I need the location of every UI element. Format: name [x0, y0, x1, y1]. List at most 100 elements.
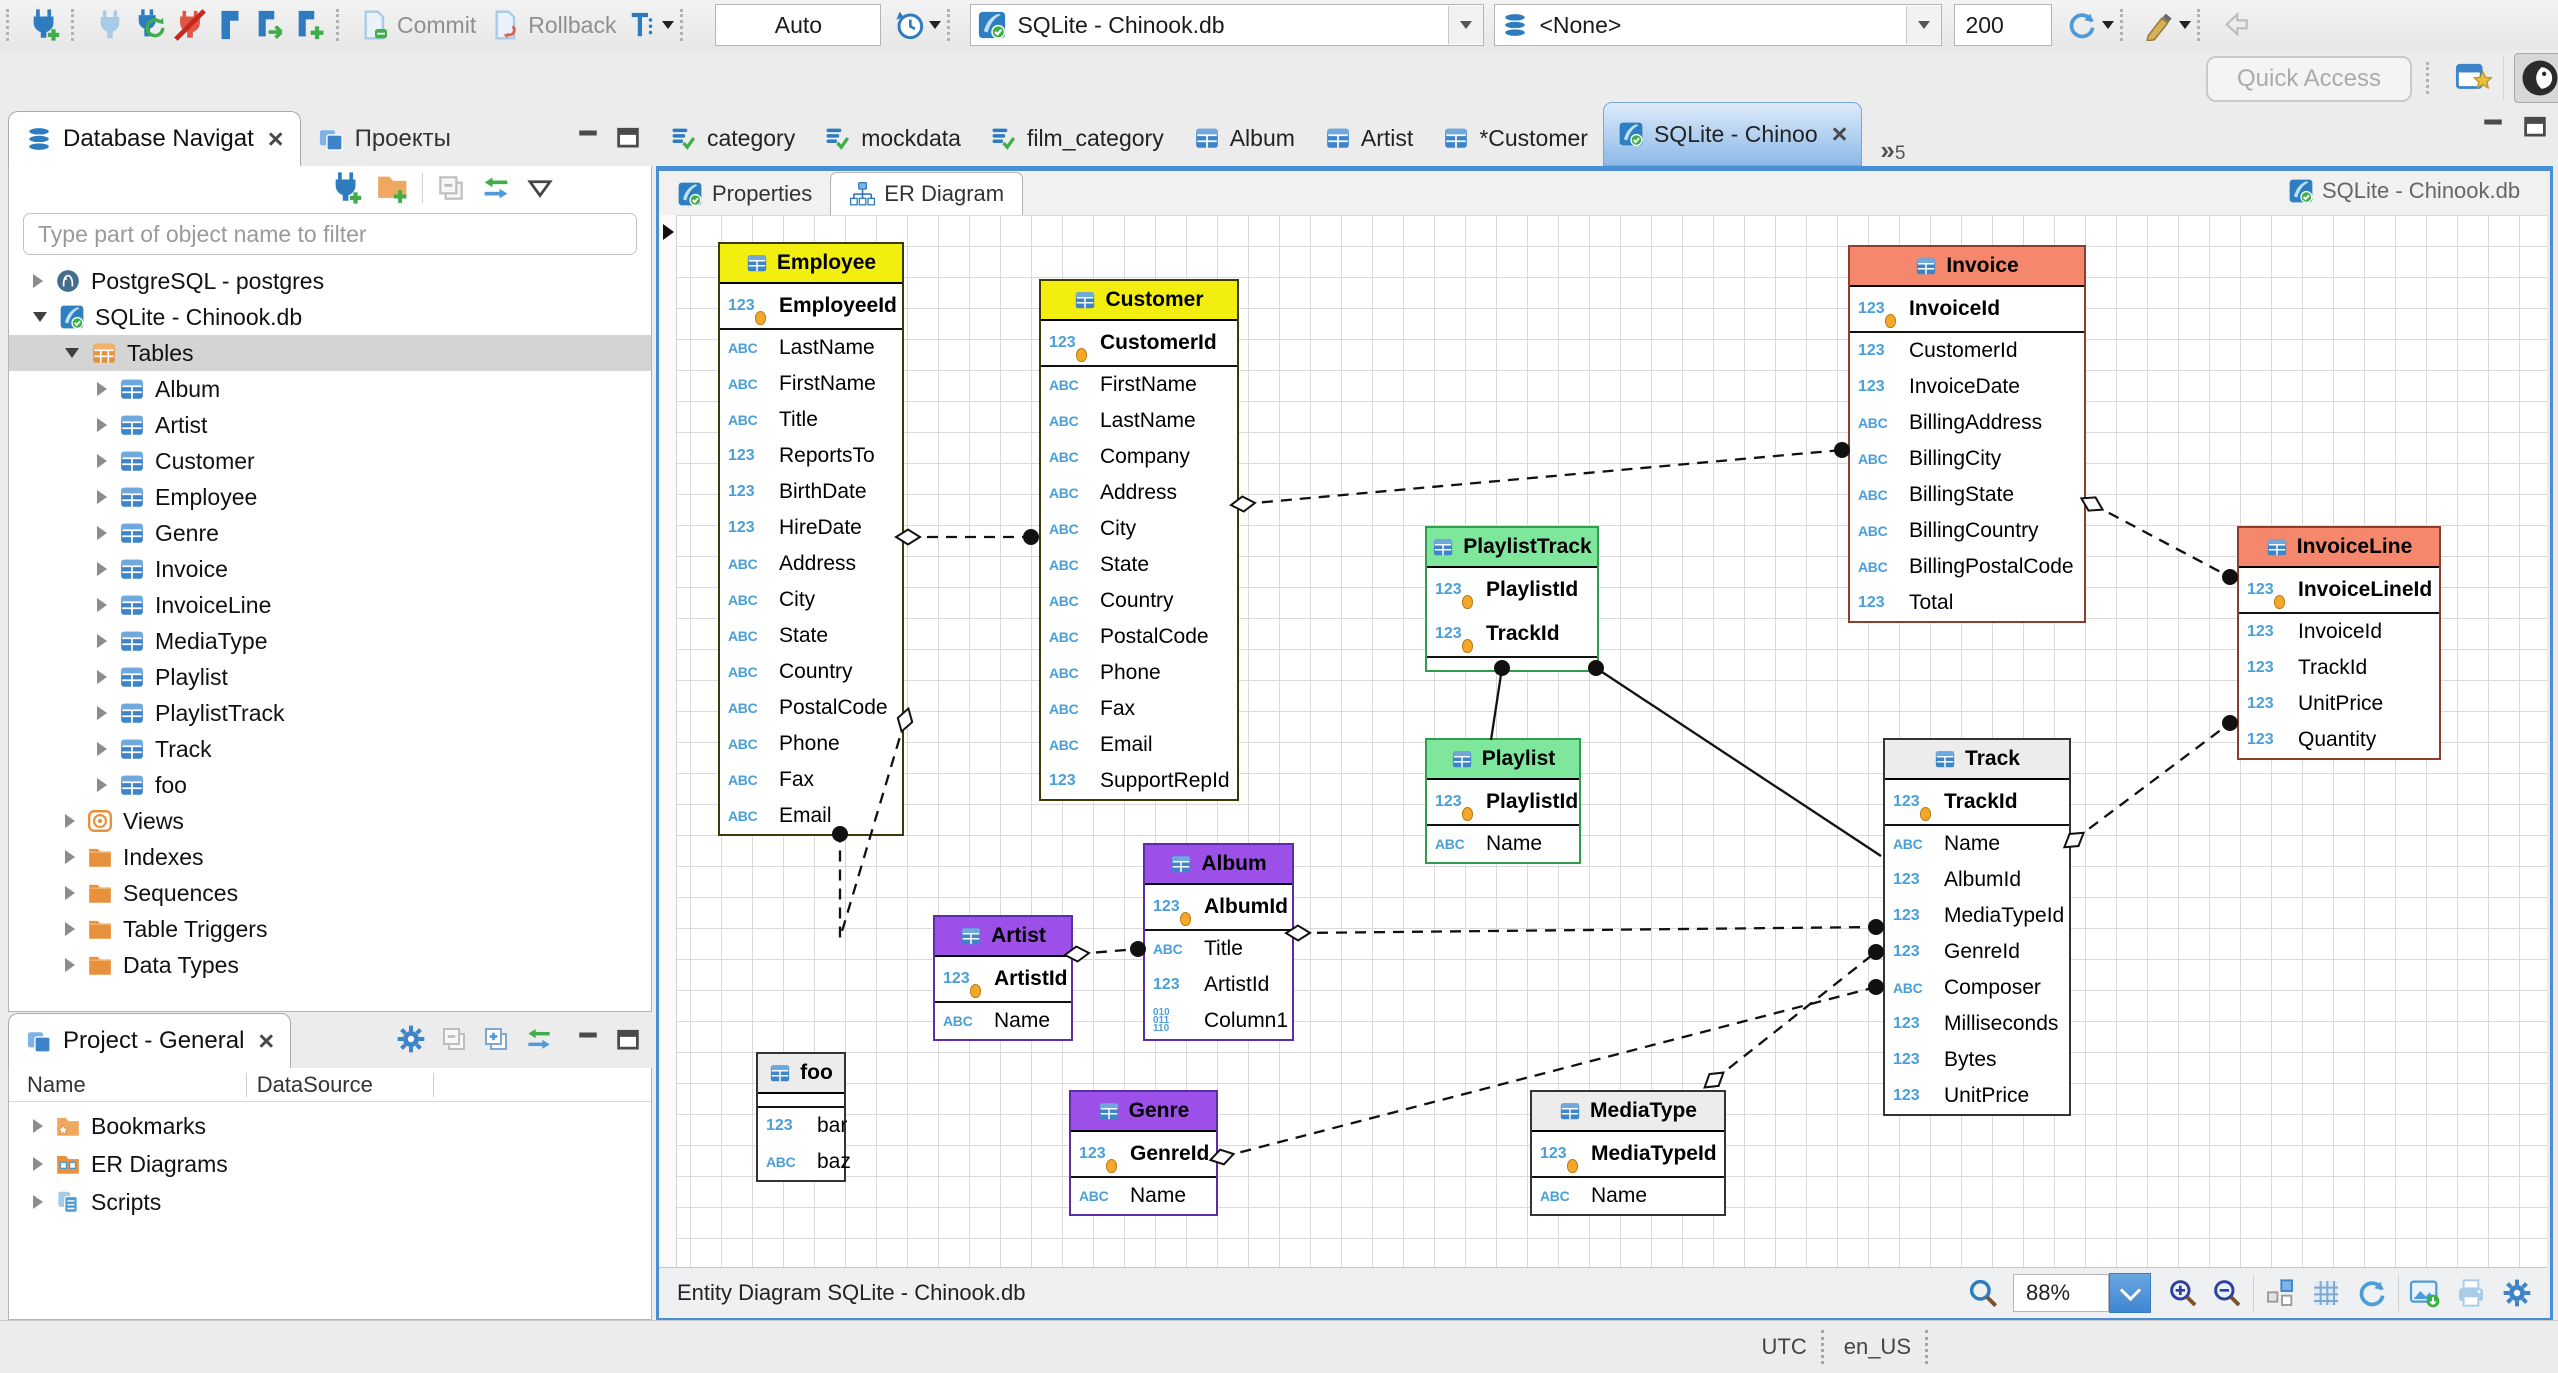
entity-track[interactable]: Track 123 TrackId ABC Name 123 AlbumId 123 Med…: [1883, 738, 2071, 1116]
transaction-mode-button[interactable]: [626, 5, 660, 45]
entity-column[interactable]: ABC LastName: [720, 330, 902, 366]
tree-item-album[interactable]: Album: [9, 371, 651, 407]
close-icon[interactable]: ×: [258, 1026, 274, 1057]
collapse-all-icon[interactable]: [439, 1024, 469, 1054]
locale-indicator[interactable]: en_US: [1844, 1334, 1911, 1360]
entity-column[interactable]: ABC BillingPostalCode: [1850, 549, 2084, 585]
entity-column[interactable]: ABC LastName: [1041, 403, 1237, 439]
entity-column[interactable]: 123 ReportsTo: [720, 438, 902, 474]
entity-header[interactable]: MediaType: [1532, 1092, 1724, 1132]
zoom-level-input[interactable]: 88%: [2013, 1274, 2109, 1312]
entity-column[interactable]: 123 InvoiceId: [2239, 614, 2439, 650]
auto-sync-dropdown[interactable]: [2102, 21, 2115, 29]
view-menu-icon[interactable]: [525, 173, 555, 203]
expand-arrow[interactable]: [33, 1119, 43, 1133]
editor-tab--customer[interactable]: *Customer: [1428, 110, 1603, 166]
entity-column[interactable]: ABC Country: [1041, 583, 1237, 619]
entity-column[interactable]: ABC Name: [1885, 826, 2069, 862]
entity-column[interactable]: ABC City: [720, 582, 902, 618]
expand-all-icon[interactable]: [481, 1024, 511, 1054]
new-sql-editor-button[interactable]: [290, 5, 330, 45]
entity-column[interactable]: ABC Fax: [720, 762, 902, 798]
perspective-drag-handle[interactable]: [2426, 62, 2437, 94]
entity-column[interactable]: 123 bar: [758, 1108, 847, 1144]
collapse-arrow[interactable]: [65, 348, 79, 358]
auto-layout-icon[interactable]: [2264, 1277, 2296, 1309]
tree-item-postgresql-postgres[interactable]: PostgreSQL - postgres: [9, 263, 651, 299]
autocommit-combo[interactable]: Auto: [715, 4, 882, 46]
quick-access-input[interactable]: Quick Access: [2206, 56, 2412, 102]
expand-arrow[interactable]: [97, 706, 107, 720]
entity-column[interactable]: ABC Country: [720, 654, 902, 690]
expand-arrow[interactable]: [97, 778, 107, 792]
expand-arrow[interactable]: [33, 274, 43, 288]
entity-column[interactable]: ABC Email: [720, 798, 902, 834]
expand-arrow[interactable]: [65, 850, 75, 864]
editor-tab-category[interactable]: category: [656, 110, 810, 166]
toolbar-drag-handle[interactable]: [6, 9, 17, 41]
entity-column[interactable]: ABC BillingAddress: [1850, 405, 2084, 441]
fetch-size-input[interactable]: 200: [1954, 4, 2053, 46]
schema-dropdown-button[interactable]: [1906, 6, 1942, 44]
entity-header[interactable]: Album: [1145, 845, 1292, 885]
zoom-dropdown-button[interactable]: [2109, 1273, 2151, 1313]
entity-column[interactable]: 123 UnitPrice: [2239, 686, 2439, 722]
tree-item-foo[interactable]: foo: [9, 767, 651, 803]
entity-pk-column[interactable]: 123 ArtistId: [935, 957, 1071, 1001]
expand-arrow[interactable]: [97, 562, 107, 576]
rollback-button[interactable]: [486, 5, 526, 45]
entity-column[interactable]: ABC Phone: [1041, 655, 1237, 691]
project-item-er-diagrams[interactable]: ER Diagrams: [9, 1145, 651, 1183]
timezone-indicator[interactable]: UTC: [1762, 1334, 1807, 1360]
connection-selector[interactable]: SQLite - Chinook.db: [970, 4, 1485, 46]
back-button[interactable]: [2216, 5, 2256, 45]
editor-tab-artist[interactable]: Artist: [1310, 110, 1428, 166]
expand-arrow[interactable]: [65, 958, 75, 972]
entity-customer[interactable]: Customer 123 CustomerId ABC FirstName ABC La…: [1039, 279, 1239, 801]
entity-column[interactable]: ABC FirstName: [720, 366, 902, 402]
tree-item-views[interactable]: Views: [9, 803, 651, 839]
tree-item-data-types[interactable]: Data Types: [9, 947, 651, 983]
tab-overflow-indicator[interactable]: »5: [1880, 135, 1905, 166]
entity-column[interactable]: ABC Title: [1145, 931, 1292, 967]
open-perspective-icon[interactable]: [2455, 59, 2493, 97]
entity-pk-column[interactable]: 123 InvoiceId: [1850, 287, 2084, 331]
new-connection-icon[interactable]: [330, 171, 364, 205]
entity-header[interactable]: Customer: [1041, 281, 1237, 321]
maximize-icon[interactable]: [613, 1025, 643, 1055]
pen-dropdown[interactable]: [2179, 21, 2192, 29]
close-icon[interactable]: ×: [268, 124, 284, 155]
entity-column[interactable]: ABC Address: [720, 546, 902, 582]
entity-column[interactable]: ABC State: [720, 618, 902, 654]
column-name[interactable]: Name: [27, 1072, 86, 1098]
tree-item-customer[interactable]: Customer: [9, 443, 651, 479]
toggle-grid-icon[interactable]: [2310, 1277, 2342, 1309]
entity-playlisttrack[interactable]: PlaylistTrack 123 PlaylistId 123 TrackId: [1425, 526, 1599, 672]
entity-column[interactable]: ABC Phone: [720, 726, 902, 762]
new-folder-icon[interactable]: [376, 171, 410, 205]
column-separator[interactable]: [245, 1073, 247, 1097]
tree-item-sqlite-chinook-db[interactable]: SQLite - Chinook.db: [9, 299, 651, 335]
expand-arrow[interactable]: [65, 814, 75, 828]
connection-dropdown-button[interactable]: [1448, 6, 1484, 44]
transaction-log-button[interactable]: [889, 5, 929, 45]
expand-arrow[interactable]: [97, 382, 107, 396]
expand-arrow[interactable]: [65, 922, 75, 936]
tab-project-general[interactable]: Project - General ×: [8, 1013, 292, 1068]
rollback-label[interactable]: Rollback: [528, 12, 616, 39]
expand-arrow[interactable]: [97, 634, 107, 648]
entity-column[interactable]: ABC Composer: [1885, 970, 2069, 1006]
palette-strip[interactable]: [659, 215, 677, 1267]
project-item-bookmarks[interactable]: Bookmarks: [9, 1107, 651, 1145]
expand-arrow[interactable]: [65, 886, 75, 900]
tree-item-playlisttrack[interactable]: PlaylistTrack: [9, 695, 651, 731]
tab-database-navigat[interactable]: Database Navigat ×: [8, 111, 301, 166]
transaction-log-dropdown[interactable]: [929, 21, 942, 29]
entity-column[interactable]: 123 Milliseconds: [1885, 1006, 2069, 1042]
schema-selector[interactable]: <None>: [1494, 4, 1943, 46]
entity-genre[interactable]: Genre 123 GenreId ABC Name: [1069, 1090, 1218, 1216]
entity-column[interactable]: ABC State: [1041, 547, 1237, 583]
zoom-in-icon[interactable]: [2167, 1277, 2199, 1309]
editor-tab-mockdata[interactable]: mockdata: [810, 110, 976, 166]
subtab-er-diagram[interactable]: ER Diagram: [830, 172, 1024, 215]
